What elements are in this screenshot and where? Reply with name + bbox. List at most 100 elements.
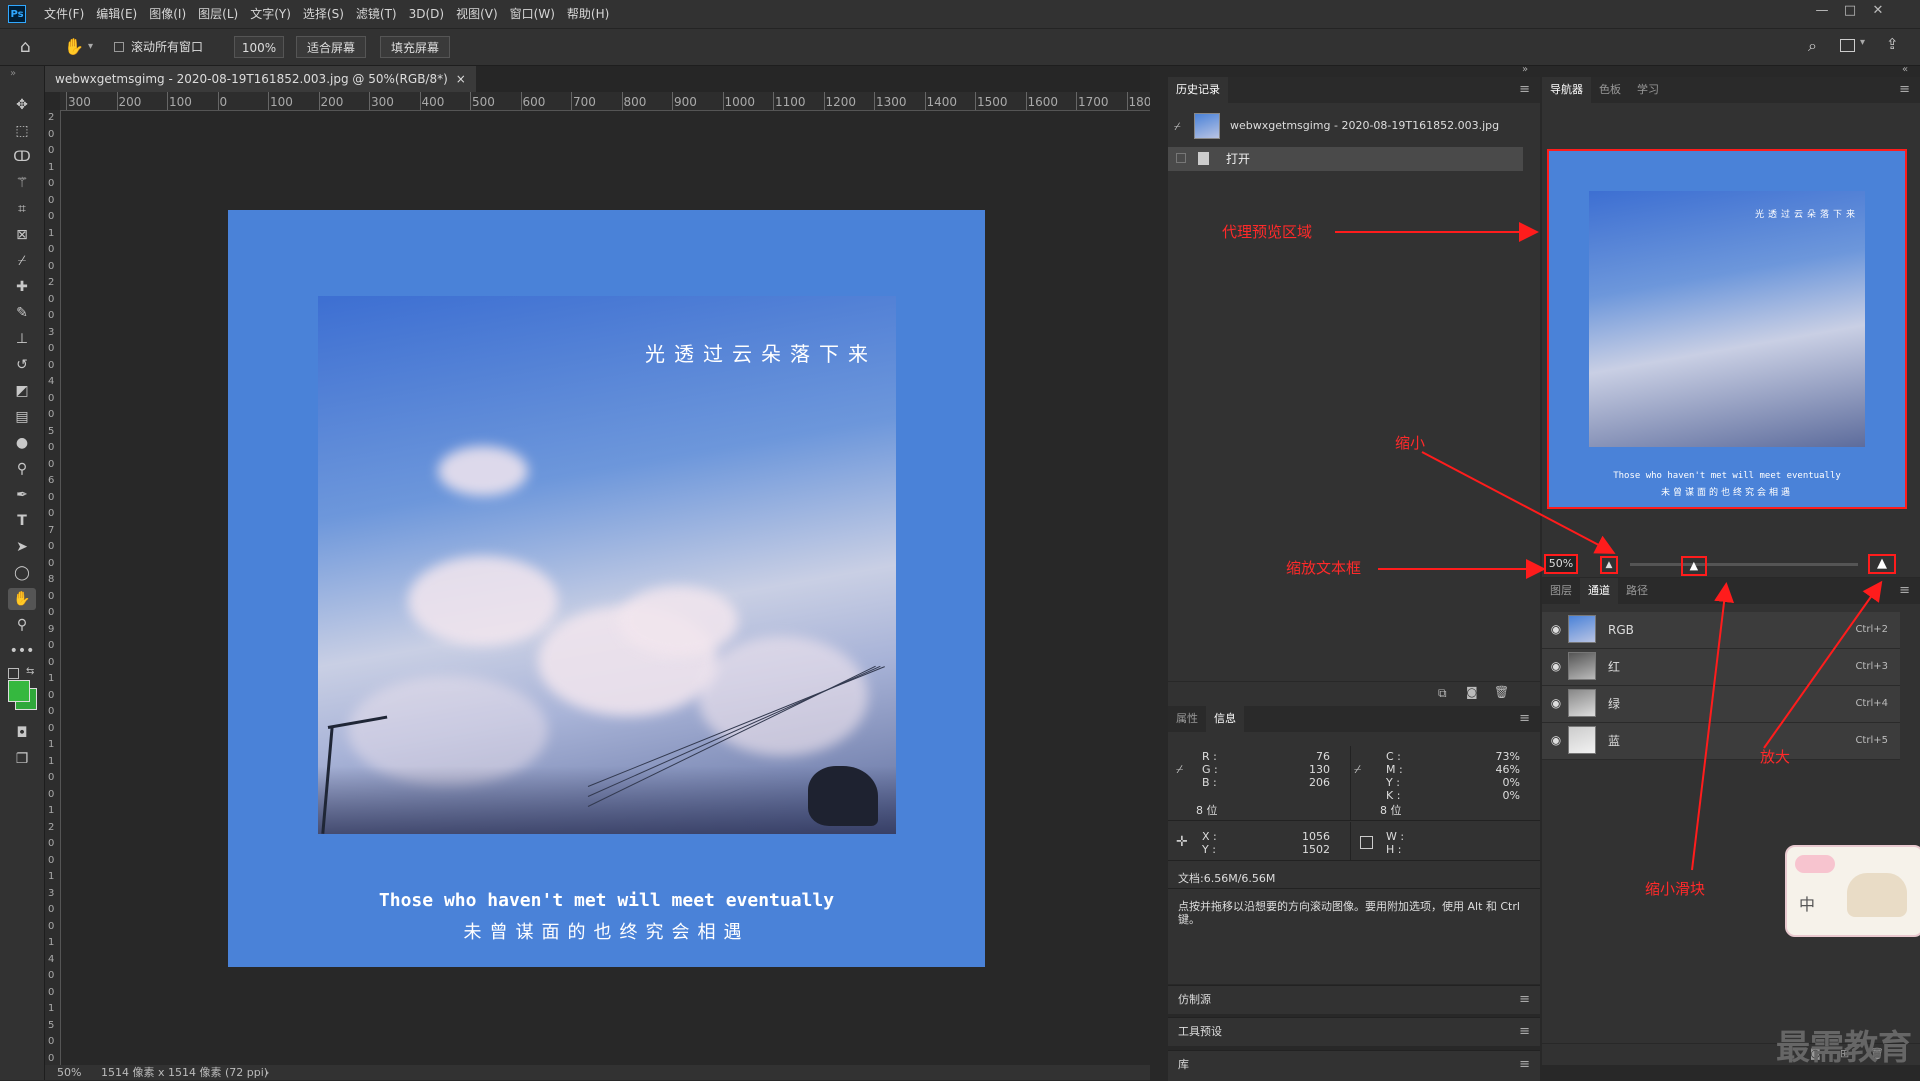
healing-brush-tool-icon[interactable]: ✚ (8, 276, 36, 298)
history-step-checkbox[interactable] (1176, 153, 1186, 163)
menu-select[interactable]: 选择(S) (297, 0, 350, 28)
collapse-panels-icon[interactable]: « (1902, 64, 1908, 75)
move-tool-icon[interactable]: ✥ (8, 94, 36, 116)
zoom-tool-icon[interactable]: ⚲ (8, 614, 36, 636)
search-icon[interactable]: ⌕ (1808, 36, 1817, 56)
screen-mode-icon[interactable]: ❐ (8, 748, 36, 770)
eyedropper-tool-icon[interactable]: ⌿ (8, 250, 36, 272)
pen-tool-icon[interactable]: ✒ (8, 484, 36, 506)
shape-tool-icon[interactable]: ◯ (8, 562, 36, 584)
tab-info[interactable]: 信息 (1206, 706, 1244, 732)
path-selection-tool-icon[interactable]: ➤ (8, 536, 36, 558)
panel-menu-icon[interactable]: ≡ (1519, 1057, 1530, 1072)
libraries-panel[interactable]: 库 ≡ (1168, 1050, 1540, 1081)
visibility-eye-icon[interactable]: ◉ (1548, 658, 1564, 674)
tab-channels[interactable]: 通道 (1580, 578, 1618, 604)
crop-tool-icon[interactable]: ⌗ (8, 198, 36, 220)
tab-properties[interactable]: 属性 (1168, 706, 1206, 732)
history-brush-tool-icon[interactable]: ↺ (8, 354, 36, 376)
history-brush-source-icon[interactable]: ⌿ (1174, 120, 1181, 134)
quick-mask-icon[interactable]: ◘ (8, 722, 36, 744)
close-button[interactable]: ✕ (1864, 0, 1892, 22)
fill-screen-button[interactable]: 填充屏幕 (380, 36, 450, 58)
zoom-in-icon[interactable]: ▲ (1868, 554, 1896, 574)
menu-edit[interactable]: 编辑(E) (90, 0, 143, 28)
marquee-tool-icon[interactable]: ⬚ (8, 120, 36, 142)
scroll-all-checkbox[interactable] (114, 42, 124, 52)
brush-tool-icon[interactable]: ✎ (8, 302, 36, 324)
zoom-text-field[interactable]: 50% (1544, 554, 1578, 574)
blur-tool-icon[interactable]: ● (8, 432, 36, 454)
magic-wand-tool-icon[interactable]: ⚚ (8, 172, 36, 194)
menu-3d[interactable]: 3D(D) (403, 0, 450, 28)
close-tab-icon[interactable]: × (456, 66, 466, 92)
lasso-tool-icon[interactable]: ↀ (8, 146, 36, 168)
eyedropper-icon[interactable]: ⌿ (1354, 762, 1361, 777)
hand-tool-icon[interactable]: ✋ (64, 37, 86, 57)
visibility-eye-icon[interactable]: ◉ (1548, 621, 1564, 637)
dodge-tool-icon[interactable]: ⚲ (8, 458, 36, 480)
chevron-down-icon[interactable]: ▾ (88, 38, 93, 56)
maximize-button[interactable]: □ (1836, 0, 1864, 22)
workspace-icon[interactable] (1840, 39, 1855, 52)
zoom-out-icon[interactable]: ▲ (1600, 556, 1618, 574)
tab-history[interactable]: 历史记录 (1168, 77, 1228, 103)
menu-layer[interactable]: 图层(L) (192, 0, 244, 28)
visibility-eye-icon[interactable]: ◉ (1548, 695, 1564, 711)
status-zoom[interactable]: 50% (57, 1065, 81, 1080)
zoom-slider-track[interactable] (1630, 563, 1858, 566)
stamp-tool-icon[interactable]: ⊥ (8, 328, 36, 350)
default-colors-icon[interactable] (8, 668, 19, 679)
tab-navigator[interactable]: 导航器 (1542, 77, 1591, 103)
new-document-from-state-icon[interactable]: ⧉ (1438, 686, 1447, 701)
tool-presets-panel[interactable]: 工具预设 ≡ (1168, 1017, 1540, 1046)
channel-row-blue[interactable]: ◉ 蓝 Ctrl+5 (1542, 723, 1900, 760)
chevron-down-icon[interactable]: ▾ (1860, 37, 1865, 48)
history-step-open[interactable]: 打开 (1168, 147, 1523, 171)
channel-row-red[interactable]: ◉ 红 Ctrl+3 (1542, 649, 1900, 686)
status-arrow-icon[interactable]: › (265, 1065, 269, 1080)
share-icon[interactable]: ⇪ (1886, 35, 1899, 53)
menu-file[interactable]: 文件(F) (38, 0, 90, 28)
gradient-tool-icon[interactable]: ▤ (8, 406, 36, 428)
panel-menu-icon[interactable]: ≡ (1519, 992, 1530, 1007)
fit-screen-button[interactable]: 适合屏幕 (296, 36, 366, 58)
zoom-slider-handle[interactable]: ▲ (1680, 556, 1707, 576)
trash-icon[interactable]: 🗑 (1494, 685, 1509, 699)
panel-menu-icon[interactable]: ≡ (1519, 711, 1530, 726)
tab-layers[interactable]: 图层 (1542, 578, 1580, 604)
home-icon[interactable]: ⌂ (20, 37, 42, 57)
channel-row-green[interactable]: ◉ 绿 Ctrl+4 (1542, 686, 1900, 723)
panel-menu-icon[interactable]: ≡ (1899, 82, 1910, 97)
menu-help[interactable]: 帮助(H) (561, 0, 615, 28)
camera-icon[interactable]: ◙ (1466, 685, 1478, 699)
collapse-panels-icon[interactable]: » (1522, 64, 1528, 75)
menu-filter[interactable]: 滤镜(T) (350, 0, 403, 28)
visibility-eye-icon[interactable]: ◉ (1548, 732, 1564, 748)
tab-paths[interactable]: 路径 (1618, 578, 1656, 604)
panel-menu-icon[interactable]: ≡ (1899, 583, 1910, 598)
tab-swatches[interactable]: 色板 (1591, 77, 1629, 103)
panel-menu-icon[interactable]: ≡ (1519, 1024, 1530, 1039)
menu-type[interactable]: 文字(Y) (244, 0, 297, 28)
document-tab[interactable]: webwxgetmsgimg - 2020-08-19T161852.003.j… (45, 66, 476, 92)
artwork-image[interactable]: 光透过云朵落下来 Those who haven't met will meet… (228, 210, 985, 967)
menu-image[interactable]: 图像(I) (143, 0, 192, 28)
menu-window[interactable]: 窗口(W) (504, 0, 561, 28)
panel-menu-icon[interactable]: ≡ (1519, 82, 1530, 97)
eraser-tool-icon[interactable]: ◩ (8, 380, 36, 402)
history-snapshot[interactable]: ⌿ webwxgetmsgimg - 2020-08-19T161852.003… (1168, 111, 1523, 141)
frame-tool-icon[interactable]: ⊠ (8, 224, 36, 246)
type-tool-icon[interactable]: T (8, 510, 36, 532)
clone-source-panel[interactable]: 仿制源 ≡ (1168, 985, 1540, 1014)
hand-tool-icon[interactable]: ✋ (8, 588, 36, 610)
menu-view[interactable]: 视图(V) (450, 0, 504, 28)
foreground-color-swatch[interactable] (8, 680, 30, 702)
zoom-100-button[interactable]: 100% (234, 36, 284, 58)
more-tools-icon[interactable]: ••• (8, 640, 36, 662)
swap-colors-icon[interactable]: ⇆ (26, 666, 34, 677)
minimize-button[interactable]: — (1808, 0, 1836, 22)
expand-toolbar-icon[interactable]: » (10, 68, 16, 79)
proxy-preview-area[interactable]: 光透过云朵落下来 Those who haven't met will meet… (1547, 149, 1907, 509)
channel-row-rgb[interactable]: ◉ RGB Ctrl+2 (1542, 612, 1900, 649)
